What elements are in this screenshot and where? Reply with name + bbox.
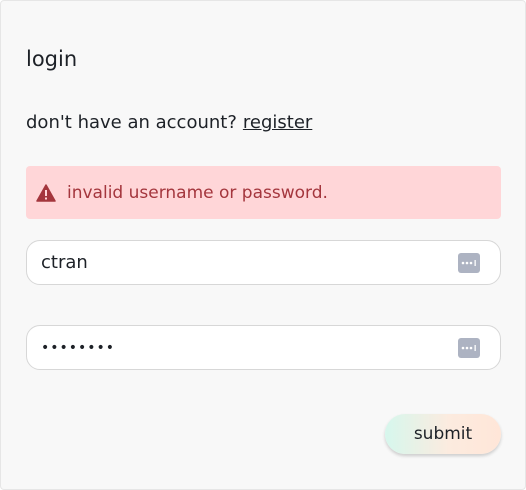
register-link[interactable]: register	[243, 112, 312, 133]
password-manager-icon[interactable]	[458, 253, 480, 273]
warning-triangle-icon	[36, 183, 56, 202]
login-panel: login don't have an account? register inv…	[0, 0, 526, 490]
register-prompt: don't have an account?	[26, 112, 237, 133]
username-input[interactable]	[41, 241, 441, 284]
password-field[interactable]	[26, 325, 501, 370]
password-manager-icon[interactable]	[458, 338, 480, 358]
submit-button[interactable]: submit	[385, 414, 501, 454]
page-title: login	[26, 47, 78, 71]
username-field[interactable]	[26, 240, 501, 285]
error-alert: invalid username or password.	[26, 166, 501, 219]
password-input[interactable]	[41, 326, 441, 369]
register-prompt-row: don't have an account? register	[26, 112, 312, 133]
error-message: invalid username or password.	[67, 182, 328, 203]
